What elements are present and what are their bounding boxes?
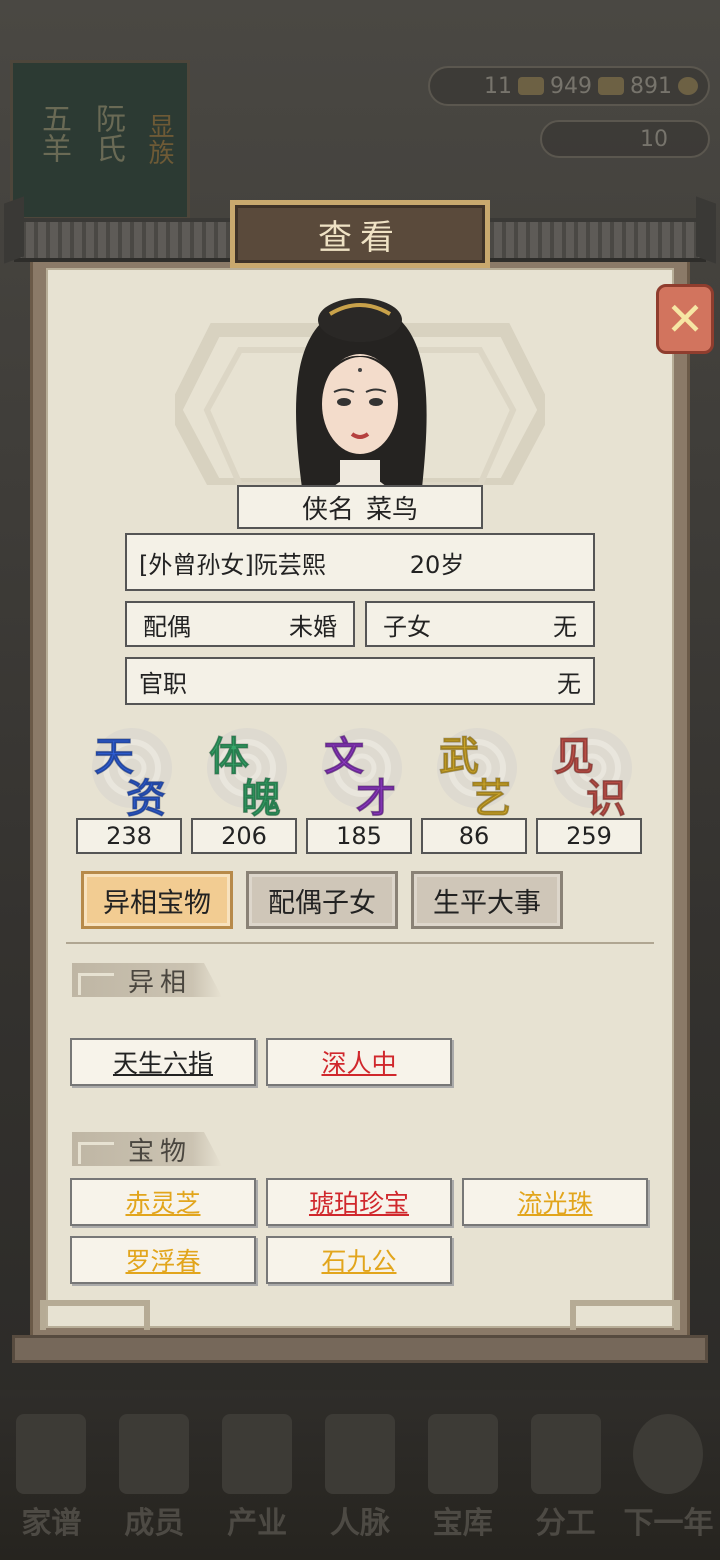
stat-physique-char-2: 魄 — [241, 775, 282, 823]
nav-family-tree: 家谱 — [6, 1414, 96, 1542]
spouse-value: 未婚 — [289, 612, 337, 641]
copper-coin-icon — [678, 77, 698, 95]
resource-bar: 11 949 891 — [428, 66, 710, 106]
children-value: 无 — [553, 612, 577, 641]
office-label: 官职 — [139, 669, 187, 698]
trait-chip-2[interactable]: 深人中 — [266, 1038, 452, 1086]
banner-text-3: 显族 — [144, 113, 174, 165]
trait-chip-1-label: 天生六指 — [112, 1049, 213, 1078]
treasure-chip-5[interactable]: 石九公 — [266, 1236, 452, 1284]
dialog-title: 查看 — [318, 217, 402, 258]
traits-header: 异相 — [72, 961, 222, 998]
stat-martial: 武 艺 86 — [421, 722, 529, 854]
treasure-chip-1[interactable]: 赤灵芝 — [70, 1178, 256, 1226]
roof-eave-right — [696, 196, 716, 264]
title-plate: 侠名 菜鸟 — [237, 485, 483, 529]
gold-value: 10 — [640, 126, 668, 152]
character-age: 20岁 — [409, 550, 465, 579]
dialog-base — [12, 1335, 708, 1363]
children-label: 子女 — [383, 612, 431, 641]
traits-header-label: 异相 — [128, 968, 193, 998]
building-icon — [222, 1414, 293, 1494]
children-box: 子女 无 — [365, 601, 595, 647]
resource-2-value: 949 — [550, 73, 592, 99]
gold-ingot-icon — [518, 77, 544, 95]
name-age-row: [外曾孙女]阮芸熙 20岁 — [125, 533, 595, 591]
resource-1-value: 11 — [484, 73, 512, 99]
stats-row: 天 资 238 体 魄 206 文 才 185 武 艺 86 见 识 259 — [76, 722, 644, 854]
treasure-chip-4-label: 罗浮春 — [125, 1247, 201, 1276]
close-button[interactable]: ✕ — [656, 284, 714, 354]
roof-eave-left — [4, 196, 24, 264]
treasure-chip-5-label: 石九公 — [321, 1247, 397, 1276]
bottom-nav: 家谱 成员 产业 人脉 宝库 分工 下一年 — [0, 1390, 720, 1560]
chest-icon — [427, 1414, 498, 1494]
trait-chip-1[interactable]: 天生六指 — [70, 1038, 256, 1086]
stat-literary: 文 才 185 — [306, 722, 414, 854]
tab-spouse-children-label: 配偶子女 — [268, 887, 376, 919]
treasure-chip-3-label: 流光珠 — [517, 1189, 593, 1218]
treasures-header: 宝物 — [72, 1130, 222, 1167]
treasure-chip-4[interactable]: 罗浮春 — [70, 1236, 256, 1284]
treasure-chip-1-label: 赤灵芝 — [125, 1189, 201, 1218]
nav-property: 产业 — [212, 1414, 302, 1542]
nav-network: 人脉 — [315, 1414, 405, 1542]
stat-talent: 天 资 238 — [76, 722, 184, 854]
tab-spouse-children[interactable]: 配偶子女 — [246, 871, 398, 929]
tab-life-events[interactable]: 生平大事 — [411, 871, 563, 929]
office-box: 官职 无 — [125, 657, 595, 705]
scroll-icon — [16, 1414, 87, 1494]
nav-next-year: 下一年 — [623, 1414, 713, 1542]
stat-talent-value: 238 — [76, 818, 182, 854]
family-banner: 五羊 阮氏 显族 — [10, 60, 190, 220]
stat-literary-value: 185 — [306, 818, 412, 854]
stat-insight-value: 259 — [536, 818, 642, 854]
network-icon — [324, 1414, 395, 1494]
corner-deco-right — [570, 1300, 680, 1330]
nav-members: 成员 — [109, 1414, 199, 1542]
title-label: 侠名 — [301, 494, 354, 525]
nav-treasury: 宝库 — [418, 1414, 508, 1542]
nav-assign: 分工 — [521, 1414, 611, 1542]
corner-deco-left — [40, 1300, 150, 1330]
stat-martial-char-2: 艺 — [471, 775, 512, 823]
stat-talent-char-2: 资 — [126, 775, 167, 823]
section-divider — [66, 942, 654, 950]
title-value: 菜鸟 — [366, 494, 419, 525]
tab-traits-treasures-label: 异相宝物 — [103, 887, 211, 919]
lattice-icon — [78, 1142, 114, 1164]
close-icon: ✕ — [665, 292, 705, 346]
tab-traits-treasures[interactable]: 异相宝物 — [81, 871, 233, 929]
stat-martial-value: 86 — [421, 818, 527, 854]
stat-insight: 见 识 259 — [536, 722, 644, 854]
treasures-header-label: 宝物 — [128, 1137, 193, 1167]
spouse-box: 配偶 未婚 — [125, 601, 355, 647]
stat-physique-value: 206 — [191, 818, 297, 854]
lantern-icon — [633, 1414, 704, 1494]
person-icon — [119, 1414, 190, 1494]
stat-physique: 体 魄 206 — [191, 722, 299, 854]
lattice-icon — [78, 973, 114, 995]
treasure-chip-2-label: 琥珀珍宝 — [308, 1189, 409, 1218]
stat-literary-char-2: 才 — [356, 775, 397, 823]
banner-text-2: 阮氏 — [90, 103, 125, 163]
spouse-label: 配偶 — [143, 612, 191, 641]
character-name: [外曾孙女]阮芸熙 — [139, 550, 326, 579]
resource-3-value: 891 — [630, 73, 672, 99]
trait-chip-2-label: 深人中 — [321, 1049, 397, 1078]
treasure-chip-3[interactable]: 流光珠 — [462, 1178, 648, 1226]
stat-insight-char-2: 识 — [586, 775, 627, 823]
gold-bar: 10 — [540, 120, 710, 158]
office-value: 无 — [557, 669, 581, 698]
tab-life-events-label: 生平大事 — [433, 887, 541, 919]
dialog-title-plate: 查看 — [230, 200, 490, 268]
banner-text-1: 五羊 — [36, 103, 71, 163]
silver-ingot-icon — [598, 77, 624, 95]
treasure-chip-2[interactable]: 琥珀珍宝 — [266, 1178, 452, 1226]
character-portrait — [296, 298, 427, 488]
task-icon — [530, 1414, 601, 1494]
